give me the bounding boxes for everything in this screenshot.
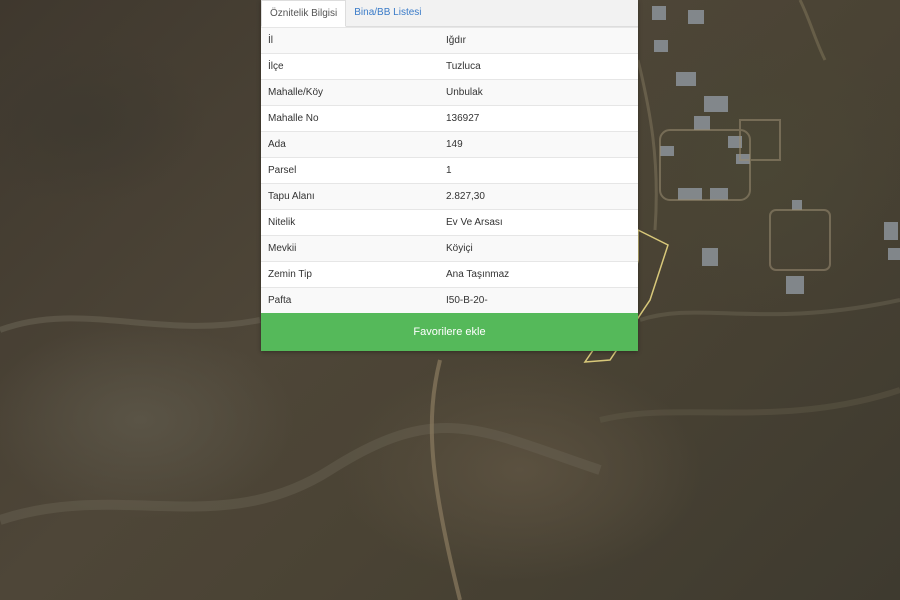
attribute-key: Zemin Tip — [261, 261, 439, 288]
attribute-key: İlçe — [261, 53, 439, 80]
attribute-value: 149 — [439, 131, 638, 158]
attribute-key: İl — [261, 27, 439, 54]
table-row: Zemin Tip Ana Taşınmaz — [261, 261, 638, 288]
attribute-key: Mevkii — [261, 235, 439, 262]
attribute-value: 1 — [439, 157, 638, 184]
attribute-table: İl Iğdır İlçe Tuzluca Mahalle/Köy Unbulak Maha… — [261, 27, 638, 313]
attribute-key: Parsel — [261, 157, 439, 184]
table-row: Ada 149 — [261, 131, 638, 158]
attribute-value: Köyiçi — [439, 235, 638, 262]
attribute-value: Iğdır — [439, 27, 638, 54]
attribute-value: I50-B-20- — [439, 287, 638, 313]
attribute-key: Pafta — [261, 287, 439, 313]
attribute-value: Unbulak — [439, 79, 638, 106]
tab-attribute-info[interactable]: Öznitelik Bilgisi — [261, 0, 347, 27]
table-row: Tapu Alanı 2.827,30 — [261, 183, 638, 210]
table-row: Mahalle No 136927 — [261, 105, 638, 132]
attribute-key: Nitelik — [261, 209, 439, 236]
attribute-key: Ada — [261, 131, 439, 158]
attribute-key: Mahalle/Köy — [261, 79, 439, 106]
attribute-key: Mahalle No — [261, 105, 439, 132]
table-row: Pafta I50-B-20- — [261, 287, 638, 313]
table-row: Nitelik Ev Ve Arsası — [261, 209, 638, 236]
tab-building-list[interactable]: Bina/BB Listesi — [346, 0, 429, 26]
table-row: Mevkii Köyiçi — [261, 235, 638, 262]
table-row: İl Iğdır — [261, 27, 638, 54]
info-panel: Öznitelik Bilgisi Bina/BB Listesi İl Iğdı… — [261, 0, 638, 351]
attribute-value: Ana Taşınmaz — [439, 261, 638, 288]
attribute-value: Ev Ve Arsası — [439, 209, 638, 236]
attribute-value: 2.827,30 — [439, 183, 638, 210]
attribute-key: Tapu Alanı — [261, 183, 439, 210]
table-row: Parsel 1 — [261, 157, 638, 184]
panel-tabs: Öznitelik Bilgisi Bina/BB Listesi — [261, 0, 638, 27]
add-to-favorites-button[interactable]: Favorilere ekle — [261, 313, 638, 351]
table-row: Mahalle/Köy Unbulak — [261, 79, 638, 106]
attribute-value: Tuzluca — [439, 53, 638, 80]
attribute-value: 136927 — [439, 105, 638, 132]
dirt-road — [429, 359, 462, 600]
village-buildings — [652, 6, 900, 294]
table-row: İlçe Tuzluca — [261, 53, 638, 80]
